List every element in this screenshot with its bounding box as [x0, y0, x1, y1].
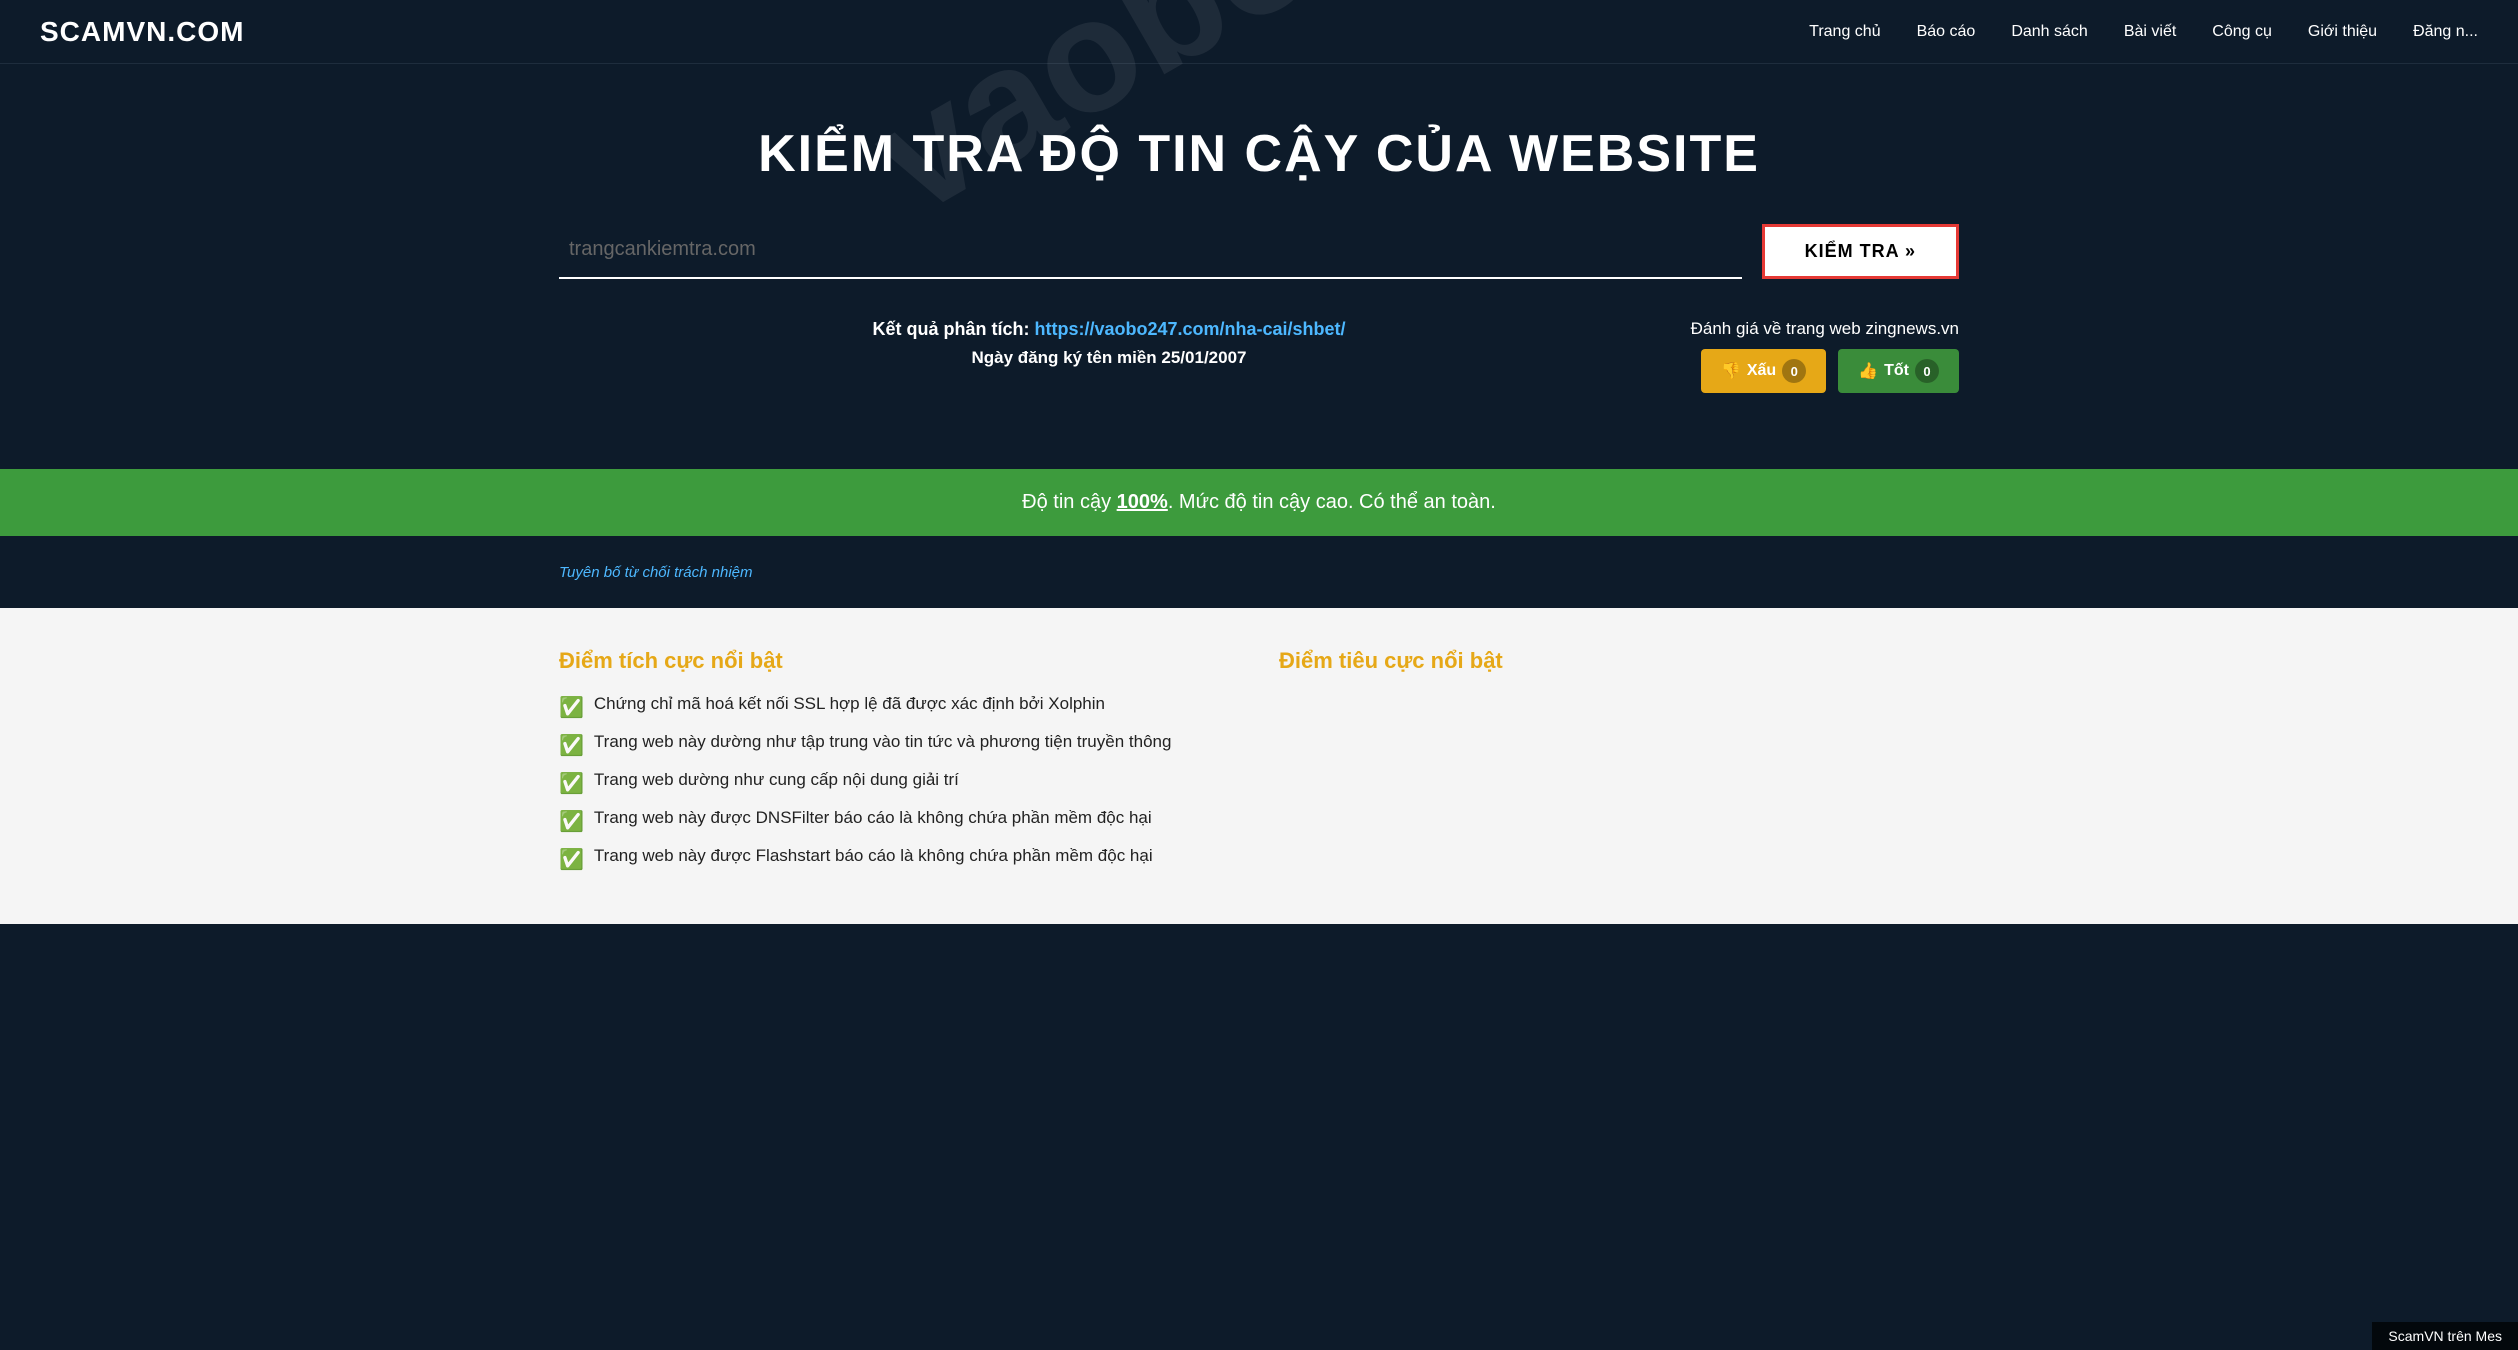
positive-item-5: Trang web này được Flashstart báo cáo là…: [594, 846, 1153, 866]
thumbs-up-icon: 👍: [1858, 361, 1878, 381]
negatives-column: Điểm tiêu cực nổi bật: [1279, 648, 1959, 884]
vote-good-label: Tốt: [1884, 362, 1909, 380]
vote-good-count: 0: [1915, 359, 1939, 383]
positive-item-2: Trang web này dường như tập trung vào ti…: [594, 732, 1172, 752]
rating-label: Đánh giá về trang web zingnews.vn: [1679, 319, 1959, 339]
nav-item-login[interactable]: Đăng n...: [2413, 23, 2478, 41]
result-row: Kết quả phân tích: https://vaobo247.com/…: [559, 319, 1959, 393]
trust-text-before: Độ tin cậy: [1022, 491, 1116, 513]
nav-item-articles[interactable]: Bài viết: [2124, 23, 2176, 41]
rating-buttons: 👎 Xấu 0 👍 Tốt 0: [1679, 349, 1959, 393]
thumbs-down-icon: 👎: [1721, 361, 1741, 381]
nav-item-report[interactable]: Báo cáo: [1917, 23, 1976, 41]
positives-column: Điểm tích cực nổi bật ✅ Chứng chỉ mã hoá…: [559, 648, 1239, 884]
vote-bad-button[interactable]: 👎 Xấu 0: [1701, 349, 1826, 393]
nav-list: Trang chủ Báo cáo Danh sách Bài viết Côn…: [1809, 23, 2478, 41]
positives-list: ✅ Chứng chỉ mã hoá kết nối SSL hợp lệ đã…: [559, 694, 1239, 872]
result-right: Đánh giá về trang web zingnews.vn 👎 Xấu …: [1679, 319, 1959, 393]
positive-item-4: Trang web này được DNSFilter báo cáo là …: [594, 808, 1152, 828]
disclaimer: Tuyên bố từ chối trách nhiệm: [559, 556, 1959, 598]
vote-bad-label: Xấu: [1747, 362, 1776, 380]
nav-item-list[interactable]: Danh sách: [2011, 23, 2088, 41]
check-icon-1: ✅: [559, 695, 584, 720]
trust-bar: Độ tin cậy 100%. Mức độ tin cậy cao. Có …: [0, 469, 2518, 536]
check-icon-4: ✅: [559, 809, 584, 834]
result-label: Kết quả phân tích: https://vaobo247.com/…: [559, 319, 1659, 340]
result-date: Ngày đăng ký tên miền 25/01/2007: [559, 348, 1659, 368]
nav-item-about[interactable]: Giới thiệu: [2308, 23, 2377, 41]
search-input[interactable]: [559, 224, 1742, 275]
positive-item-1: Chứng chỉ mã hoá kết nối SSL hợp lệ đã đ…: [594, 694, 1105, 714]
result-left: Kết quả phân tích: https://vaobo247.com/…: [559, 319, 1659, 368]
list-item: ✅ Trang web này được DNSFilter báo cáo l…: [559, 808, 1239, 834]
content-grid: Điểm tích cực nổi bật ✅ Chứng chỉ mã hoá…: [559, 648, 1959, 884]
hero-title: KIỂM TRA ĐỘ TIN CẬY CỦA WEBSITE: [40, 124, 2478, 184]
header: SCAMVN.COM Trang chủ Báo cáo Danh sách B…: [0, 0, 2518, 64]
result-url[interactable]: https://vaobo247.com/nha-cai/shbet/: [1034, 319, 1345, 339]
positives-heading: Điểm tích cực nổi bật: [559, 648, 1239, 674]
result-area: Kết quả phân tích: https://vaobo247.com/…: [559, 309, 1959, 429]
nav-item-home[interactable]: Trang chủ: [1809, 23, 1880, 41]
nav-item-tools[interactable]: Công cụ: [2212, 23, 2272, 41]
check-icon-5: ✅: [559, 847, 584, 872]
list-item: ✅ Trang web này được Flashstart báo cáo …: [559, 846, 1239, 872]
list-item: ✅ Trang web này dường như tập trung vào …: [559, 732, 1239, 758]
footer-hint: ScamVN trên Mes: [2372, 1322, 2518, 1350]
negatives-heading: Điểm tiêu cực nổi bật: [1279, 648, 1959, 674]
check-icon-2: ✅: [559, 733, 584, 758]
search-button[interactable]: KIỂM TRA »: [1762, 224, 1959, 279]
list-item: ✅ Trang web dường như cung cấp nội dung …: [559, 770, 1239, 796]
search-input-wrapper: [559, 224, 1742, 279]
vote-good-button[interactable]: 👍 Tốt 0: [1838, 349, 1959, 393]
check-icon-3: ✅: [559, 771, 584, 796]
trust-percent: 100%: [1117, 491, 1168, 513]
content-section: Điểm tích cực nổi bật ✅ Chứng chỉ mã hoá…: [0, 608, 2518, 924]
main-nav: Trang chủ Báo cáo Danh sách Bài viết Côn…: [1809, 23, 2478, 41]
search-bar: KIỂM TRA »: [559, 224, 1959, 279]
trust-text-after: . Mức độ tin cậy cao. Có thể an toàn.: [1168, 491, 1496, 513]
disclaimer-link[interactable]: Tuyên bố từ chối trách nhiệm: [559, 564, 753, 581]
list-item: ✅ Chứng chỉ mã hoá kết nối SSL hợp lệ đã…: [559, 694, 1239, 720]
site-logo: SCAMVN.COM: [40, 16, 244, 48]
vote-bad-count: 0: [1782, 359, 1806, 383]
positive-item-3: Trang web dường như cung cấp nội dung gi…: [594, 770, 959, 790]
hero-section: KIỂM TRA ĐỘ TIN CẬY CỦA WEBSITE vaobo247…: [0, 64, 2518, 469]
